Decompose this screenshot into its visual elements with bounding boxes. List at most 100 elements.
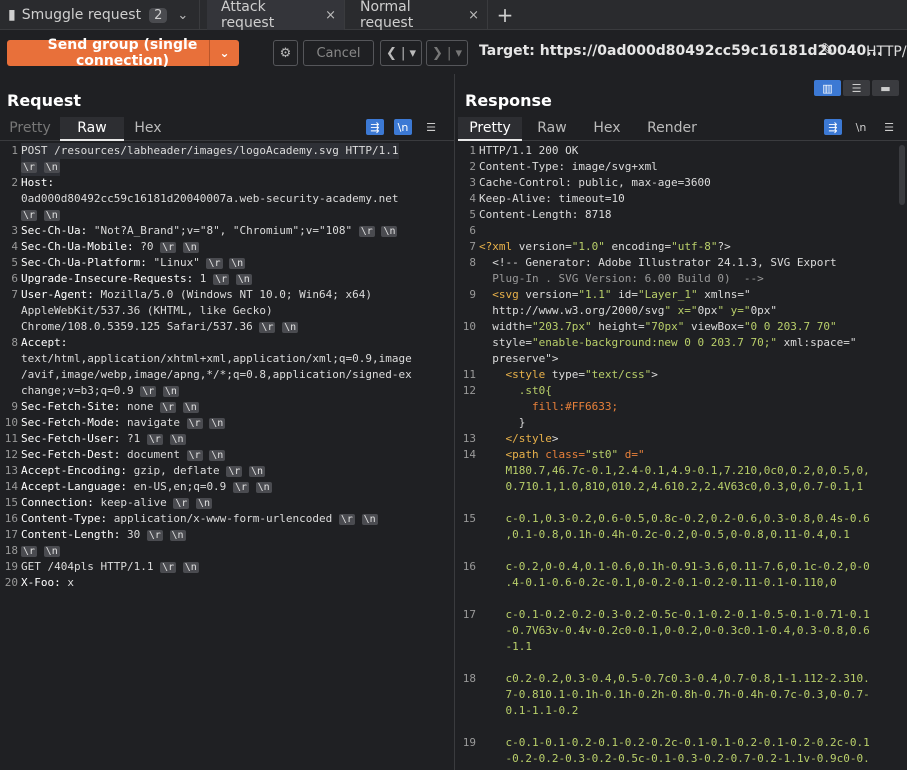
tab-pretty[interactable]: Pretty	[0, 117, 60, 141]
layout-side-by-side-icon[interactable]: ▥	[814, 80, 841, 96]
line-number: 19	[4, 560, 18, 573]
response-editor[interactable]: 1 HTTP/1.1 200 OK 2 Content-Type: image/svg…	[458, 141, 907, 770]
crlf-marker: \r	[226, 466, 243, 477]
crlf-marker: \r	[173, 498, 190, 509]
close-icon[interactable]: ×	[325, 8, 336, 23]
crlf-marker: \n	[43, 162, 60, 173]
layout-tabs-icon[interactable]: ▬	[872, 80, 899, 96]
request-editor[interactable]: 1 POST /resources/labheader/images/logoAc…	[0, 141, 454, 770]
tab-smuggle-label: Smuggle request	[21, 7, 142, 23]
layout-stacked-icon[interactable]: ☰	[843, 80, 870, 96]
response-scrollbar[interactable]	[899, 145, 905, 205]
line-number: 7	[11, 288, 18, 301]
code-line: 0ad000d80492cc59c16181d20040007a.web-sec…	[21, 192, 399, 205]
crlf-marker: \n	[196, 498, 213, 509]
chevron-down-icon: ▾	[455, 45, 463, 61]
code-line: http://www.w3.org/2000/svg" x="0px" y="0…	[479, 304, 778, 317]
line-number: 1	[469, 144, 476, 157]
line-number: 1	[11, 144, 18, 157]
wrap-lines-icon[interactable]: ⇶	[366, 119, 384, 135]
code-line: M180.7,46.7c-0.1,2.4-0.1,4.9-0.1,7.210,0…	[479, 464, 870, 477]
code-line: <path class="st0" d="	[505, 448, 645, 461]
chevron-left-icon: ❮	[385, 45, 397, 61]
crlf-marker: \r	[213, 274, 230, 285]
chevron-down-icon[interactable]: ⌄	[209, 40, 239, 66]
tab-pretty[interactable]: Pretty	[458, 117, 522, 141]
code-line: Sec-Fetch-Dest: document \r \n	[21, 448, 226, 461]
add-tab-button[interactable]: +	[492, 0, 518, 30]
cancel-button[interactable]: Cancel	[303, 40, 374, 66]
line-number: 19	[462, 736, 476, 749]
crlf-marker: \r	[206, 258, 223, 269]
code-line: c-0.1-0.2-0.2-0.3-0.2-0.5c-0.1-0.2-0.1-0…	[479, 608, 870, 621]
line-number: 5	[469, 208, 476, 221]
tab-normal-request[interactable]: Normal request ×	[346, 0, 488, 31]
code-line: Accept-Encoding: gzip, deflate \r \n	[21, 464, 266, 477]
crlf-marker: \r	[21, 162, 38, 173]
line-number: 4	[11, 240, 18, 253]
tab-raw[interactable]: Raw	[60, 117, 124, 141]
wrap-lines-icon[interactable]: ⇶	[824, 119, 842, 135]
line-number: 14	[462, 448, 476, 461]
tab-attack-label: Attack request	[221, 0, 275, 31]
crlf-marker: \r	[146, 530, 163, 541]
line-number: 16	[462, 560, 476, 573]
code-line: }	[479, 416, 526, 429]
tab-attack-request[interactable]: Attack request ×	[207, 0, 345, 31]
code-line: Plug-In . SVG Version: 6.00 Build 0) -->	[479, 272, 764, 285]
previous-request-button[interactable]: ❮ | ▾	[380, 40, 422, 66]
code-line: change;v=b3;q=0.9 \r \n	[21, 384, 179, 397]
close-icon[interactable]: ×	[468, 8, 479, 23]
chevron-down-icon[interactable]: ⌄	[177, 8, 188, 23]
chevron-down-icon: ▾	[409, 45, 417, 61]
code-line: c-0.1-0.1-0.2-0.1-0.2-0.2c-0.1-0.1-0.2-0…	[479, 736, 870, 749]
crlf-marker: \n	[182, 562, 199, 573]
tab-render[interactable]: Render	[638, 117, 706, 141]
request-editor-icons: ⇶ \n ☰	[366, 118, 440, 136]
next-request-button[interactable]: ❯ | ▾	[426, 40, 468, 66]
code-line: -1.1	[479, 640, 532, 653]
code-line: Upgrade-Insecure-Requests: 1 \r \n	[21, 272, 252, 285]
line-number: 6	[11, 272, 18, 285]
show-newlines-icon[interactable]: \n	[852, 119, 870, 135]
gear-icon[interactable]: ⚙	[273, 40, 298, 66]
code-line: <style type="text/css">	[505, 368, 658, 381]
code-line: style="enable-background:new 0 0 203.7 7…	[479, 336, 857, 349]
hamburger-menu-icon[interactable]: ☰	[422, 119, 440, 135]
tab-smuggle-request[interactable]: ▮ Smuggle request 2 ⌄	[0, 0, 200, 30]
crlf-marker: \r	[140, 386, 157, 397]
code-line: \r \n	[21, 159, 60, 176]
folder-icon: ▮	[8, 7, 16, 23]
send-group-button[interactable]: Send group (single connection) ⌄	[7, 37, 239, 69]
crlf-marker: \r	[21, 546, 38, 557]
line-number: 8	[469, 256, 476, 269]
http-protocol[interactable]: HTTP/1	[866, 44, 907, 60]
pencil-icon[interactable]: ✎	[820, 40, 835, 61]
line-number: 8	[11, 336, 18, 349]
request-title: Request	[7, 91, 82, 110]
crlf-marker: \n	[169, 434, 186, 445]
tab-raw[interactable]: Raw	[528, 117, 576, 141]
code-line: c0.2-0.2,0.3-0.4,0.5-0.7c0.3-0.4,0.7-0.8…	[479, 672, 870, 685]
code-line: Sec-Ch-Ua: "Not?A_Brand";v="8", "Chromiu…	[21, 224, 398, 237]
line-number: 12	[462, 384, 476, 397]
line-number: 2	[11, 176, 18, 189]
line-number: 18	[4, 544, 18, 557]
line-number: 10	[4, 416, 18, 429]
code-line: \r \n	[21, 543, 60, 560]
crlf-marker: \r	[160, 242, 177, 253]
crlf-marker: \n	[209, 418, 226, 429]
crlf-marker: \r	[146, 434, 163, 445]
line-number: 15	[4, 496, 18, 509]
line-number: 10	[462, 320, 476, 333]
crlf-marker: \r	[259, 322, 276, 333]
crlf-marker: \n	[182, 402, 199, 413]
tab-hex[interactable]: Hex	[124, 117, 172, 141]
hamburger-menu-icon[interactable]: ☰	[880, 119, 898, 135]
line-number: 3	[469, 176, 476, 189]
show-newlines-icon[interactable]: \n	[394, 119, 412, 135]
tab-hex[interactable]: Hex	[584, 117, 630, 141]
line-number: 9	[11, 400, 18, 413]
line-number: 14	[4, 480, 18, 493]
line-number: 6	[469, 224, 476, 237]
